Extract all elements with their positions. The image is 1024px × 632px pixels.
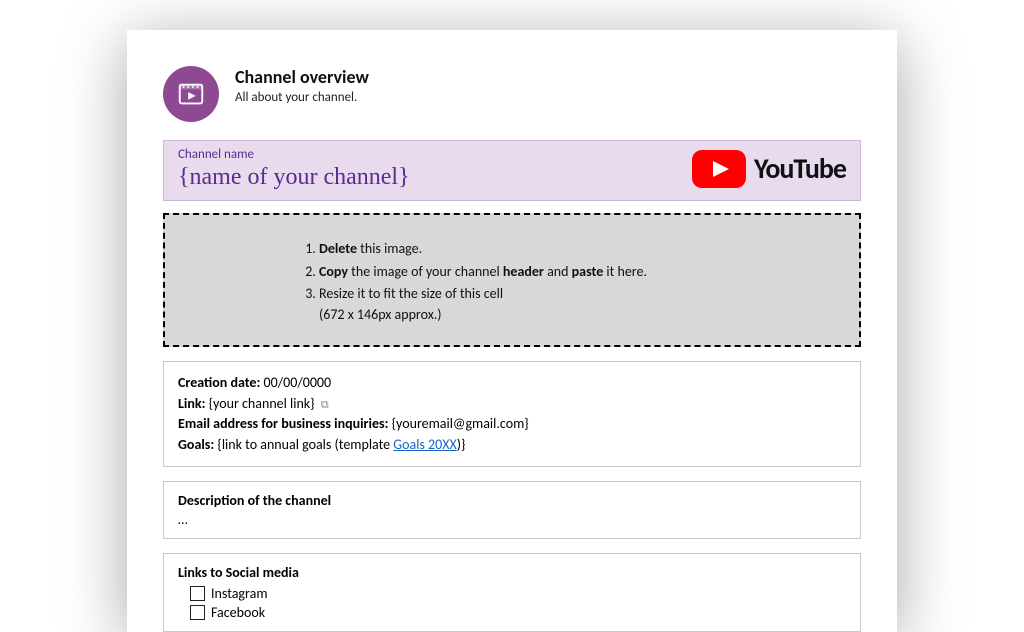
- channel-name-band: Channel name {name of your channel} YouT…: [163, 140, 861, 201]
- social-label: Instagram: [211, 585, 268, 602]
- youtube-logo: YouTube: [692, 150, 846, 188]
- video-badge-icon: [163, 66, 219, 122]
- youtube-play-icon: [692, 150, 746, 188]
- document-page: Channel overview All about your channel.…: [127, 30, 897, 632]
- social-item: Instagram: [190, 585, 846, 602]
- copy-icon[interactable]: ⧉: [321, 398, 329, 411]
- header-image-placeholder[interactable]: Delete this image. Copy the image of you…: [163, 213, 861, 347]
- link-value: {your channel link}: [209, 395, 315, 412]
- channel-name-texts: Channel name {name of your channel}: [178, 147, 410, 190]
- creation-date-value: 00/00/0000: [264, 374, 332, 391]
- instruction-bold: Copy: [319, 263, 348, 280]
- email-value: {youremail@gmail.com}: [392, 415, 529, 432]
- page-title: Channel overview: [235, 66, 369, 88]
- instruction-bold: header: [503, 263, 544, 280]
- description-heading: Description of the channel: [178, 492, 846, 509]
- goals-before: {link to annual goals (template: [217, 436, 393, 453]
- goals-label: Goals:: [178, 436, 214, 453]
- description-box: Description of the channel …: [163, 481, 861, 539]
- description-body: …: [178, 511, 846, 528]
- social-box: Links to Social media Instagram Facebook: [163, 553, 861, 632]
- checkbox-icon[interactable]: [190, 586, 205, 601]
- title-block: Channel overview All about your channel.: [235, 66, 369, 105]
- page-header: Channel overview All about your channel.: [163, 66, 861, 122]
- checkbox-icon[interactable]: [190, 605, 205, 620]
- social-heading: Links to Social media: [178, 564, 846, 581]
- instruction-text: and: [544, 263, 572, 280]
- instruction-text: the image of your channel: [348, 263, 503, 280]
- instruction-list: Delete this image. Copy the image of you…: [295, 239, 839, 304]
- youtube-word: YouTube: [754, 151, 846, 186]
- goals-link[interactable]: Goals 20XX: [393, 436, 457, 453]
- email-label: Email address for business inquiries:: [178, 415, 388, 432]
- social-item: Facebook: [190, 604, 846, 621]
- instruction-text: it here.: [603, 263, 647, 280]
- instruction-size-note: (672 x 146px approx.): [319, 306, 839, 323]
- social-label: Facebook: [211, 604, 265, 621]
- instruction-item: Delete this image.: [319, 239, 839, 259]
- instruction-item: Resize it to fit the size of this cell: [319, 284, 839, 304]
- link-label: Link:: [178, 395, 205, 412]
- goals-after: )}: [457, 436, 466, 453]
- instruction-bold: paste: [572, 263, 604, 280]
- instruction-text: this image.: [357, 240, 422, 257]
- channel-name-value: {name of your channel}: [178, 164, 410, 190]
- instruction-item: Copy the image of your channel header an…: [319, 262, 839, 282]
- instruction-bold: Delete: [319, 240, 357, 257]
- instruction-text: Resize it to fit the size of this cell: [319, 285, 503, 302]
- creation-date-label: Creation date:: [178, 374, 260, 391]
- page-subtitle: All about your channel.: [235, 90, 369, 105]
- channel-name-label: Channel name: [178, 147, 410, 162]
- meta-box: Creation date: 00/00/0000 Link: {your ch…: [163, 361, 861, 466]
